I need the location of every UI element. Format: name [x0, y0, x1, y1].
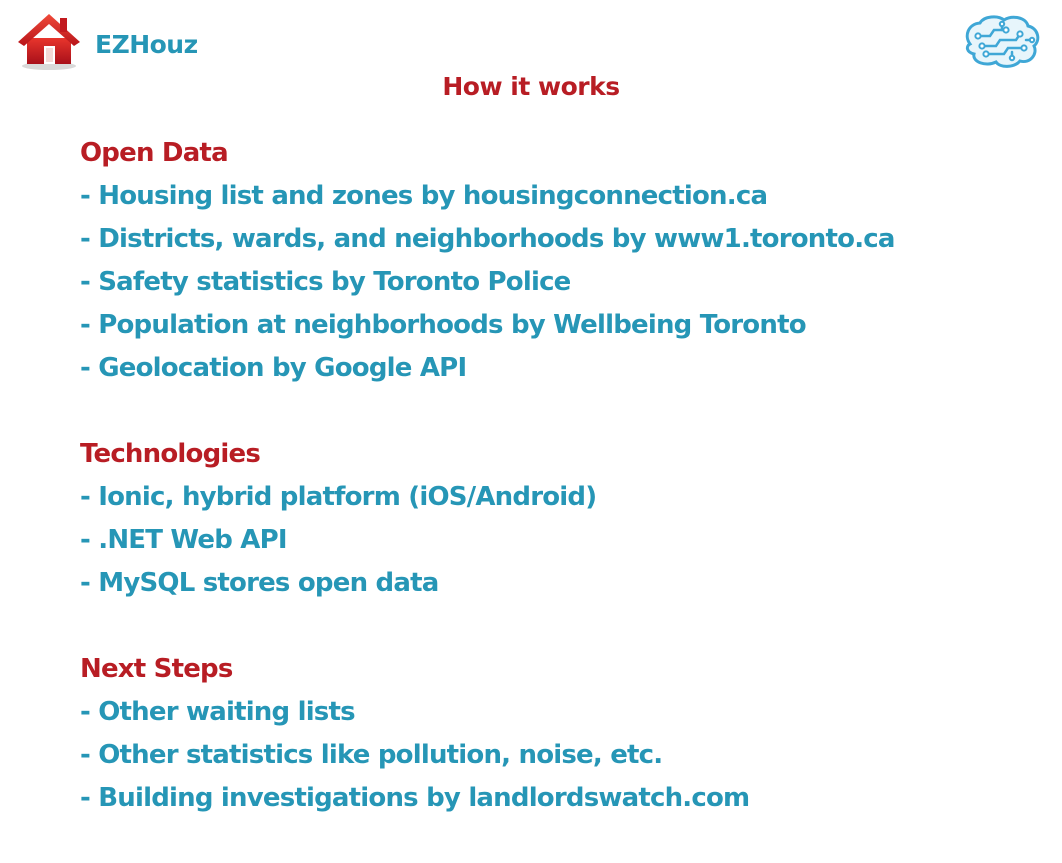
brand-name: EZHouz — [95, 30, 198, 59]
circuit-brain-icon — [962, 14, 1042, 70]
list-item: - Population at neighborhoods by Wellbei… — [80, 310, 807, 340]
list-item: - MySQL stores open data — [80, 568, 439, 598]
section-heading: Next Steps — [80, 654, 233, 684]
list-item: - Districts, wards, and neighborhoods by… — [80, 224, 895, 254]
section-next-steps: Next Steps - Other waiting lists - Other… — [80, 648, 1020, 820]
section-open-data: Open Data - Housing list and zones by ho… — [80, 132, 1020, 390]
list-item: - Other statistics like pollution, noise… — [80, 740, 663, 770]
list-item: - Safety statistics by Toronto Police — [80, 267, 571, 297]
list-item: - Geolocation by Google API — [80, 353, 467, 383]
list-item: - Housing list and zones by housingconne… — [80, 181, 768, 211]
page-title: How it works — [442, 72, 620, 101]
section-technologies: Technologies - Ionic, hybrid platform (i… — [80, 433, 1020, 605]
list-item: - .NET Web API — [80, 525, 288, 555]
list-item: - Ionic, hybrid platform (iOS/Android) — [80, 482, 597, 512]
content: Open Data - Housing list and zones by ho… — [80, 132, 1020, 863]
list-item: - Other waiting lists — [80, 697, 356, 727]
section-heading: Technologies — [80, 439, 261, 469]
list-item: - Building investigations by landlordswa… — [80, 783, 750, 813]
section-heading: Open Data — [80, 138, 229, 168]
house-icon — [16, 10, 82, 72]
